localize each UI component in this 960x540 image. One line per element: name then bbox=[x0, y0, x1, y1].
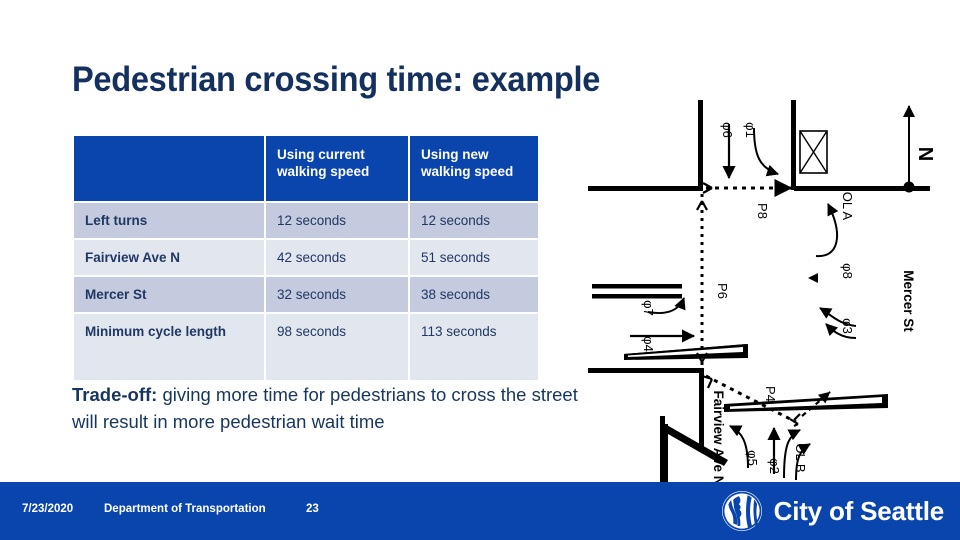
seattle-seal-icon bbox=[721, 490, 763, 532]
city-of-seattle-logo: City of Seattle bbox=[721, 490, 944, 532]
diagram-label-phi6: φ6 bbox=[720, 122, 735, 138]
footer-bar: 7/23/2020 Department of Transportation 2… bbox=[0, 482, 960, 540]
table-cell-label: Mercer St bbox=[74, 277, 264, 312]
diagram-label-ol-b: OL B bbox=[793, 443, 808, 472]
table-header-row: Using current walking speed Using new wa… bbox=[74, 136, 538, 201]
table-cell-new: 113 seconds bbox=[410, 314, 538, 380]
diagram-label-p4: P4 bbox=[763, 386, 778, 402]
diagram-label-phi1: φ1 bbox=[743, 122, 758, 138]
page-title: Pedestrian crossing time: example bbox=[72, 60, 601, 99]
table-cell-label: Fairview Ave N bbox=[74, 240, 264, 275]
diagram-label-phi5: φ5 bbox=[745, 450, 760, 466]
table-cell-current: 32 seconds bbox=[266, 277, 408, 312]
table-row: Fairview Ave N 42 seconds 51 seconds bbox=[74, 240, 538, 275]
diagram-label-phi8: φ8 bbox=[840, 263, 855, 279]
crossing-time-table: Using current walking speed Using new wa… bbox=[72, 134, 540, 382]
footer-department: Department of Transportation bbox=[104, 503, 266, 515]
tradeoff-lead: Trade-off: bbox=[72, 384, 158, 405]
diagram-label-p8: P8 bbox=[755, 203, 770, 219]
table-cell-current: 98 seconds bbox=[266, 314, 408, 380]
footer-slide-number: 23 bbox=[306, 503, 319, 515]
table-cell-new: 12 seconds bbox=[410, 203, 538, 238]
slide-canvas: Pedestrian crossing time: example Using … bbox=[0, 0, 960, 540]
footer-date: 7/23/2020 bbox=[22, 503, 74, 515]
table-cell-current: 12 seconds bbox=[266, 203, 408, 238]
table-row: Mercer St 32 seconds 38 seconds bbox=[74, 277, 538, 312]
table-header-new: Using new walking speed bbox=[410, 136, 538, 201]
diagram-street-fairview: Fairview Ave N bbox=[711, 390, 726, 484]
diagram-street-mercer: Mercer St bbox=[901, 270, 916, 332]
table-header-current: Using current walking speed bbox=[266, 136, 408, 201]
table-cell-new: 38 seconds bbox=[410, 277, 538, 312]
table-cell-label: Minimum cycle length bbox=[74, 314, 264, 380]
table-header-blank bbox=[74, 136, 264, 201]
diagram-label-phi2: φ2 bbox=[767, 458, 782, 474]
diagram-label-phi7: φ7 bbox=[641, 300, 656, 316]
table-row: Left turns 12 seconds 12 seconds bbox=[74, 203, 538, 238]
diagram-label-phi3: φ3 bbox=[840, 318, 855, 334]
logo-wordmark: City of Seattle bbox=[773, 495, 945, 526]
table-cell-current: 42 seconds bbox=[266, 240, 408, 275]
table-cell-label: Left turns bbox=[74, 203, 264, 238]
intersection-phasing-diagram: N φ6 φ1 P8 P6 OL A φ8 φ3 φ7 φ4 P4 φ5 φ2 … bbox=[588, 86, 960, 484]
diagram-label-ol-a: OL A bbox=[840, 192, 855, 221]
table-row: Minimum cycle length 98 seconds 113 seco… bbox=[74, 314, 538, 380]
diagram-label-p6: P6 bbox=[715, 283, 730, 299]
table-cell-new: 51 seconds bbox=[410, 240, 538, 275]
diagram-label-phi4: φ4 bbox=[641, 336, 656, 352]
tradeoff-text: Trade-off: giving more time for pedestri… bbox=[72, 381, 592, 435]
diagram-north-label: N bbox=[914, 147, 936, 161]
